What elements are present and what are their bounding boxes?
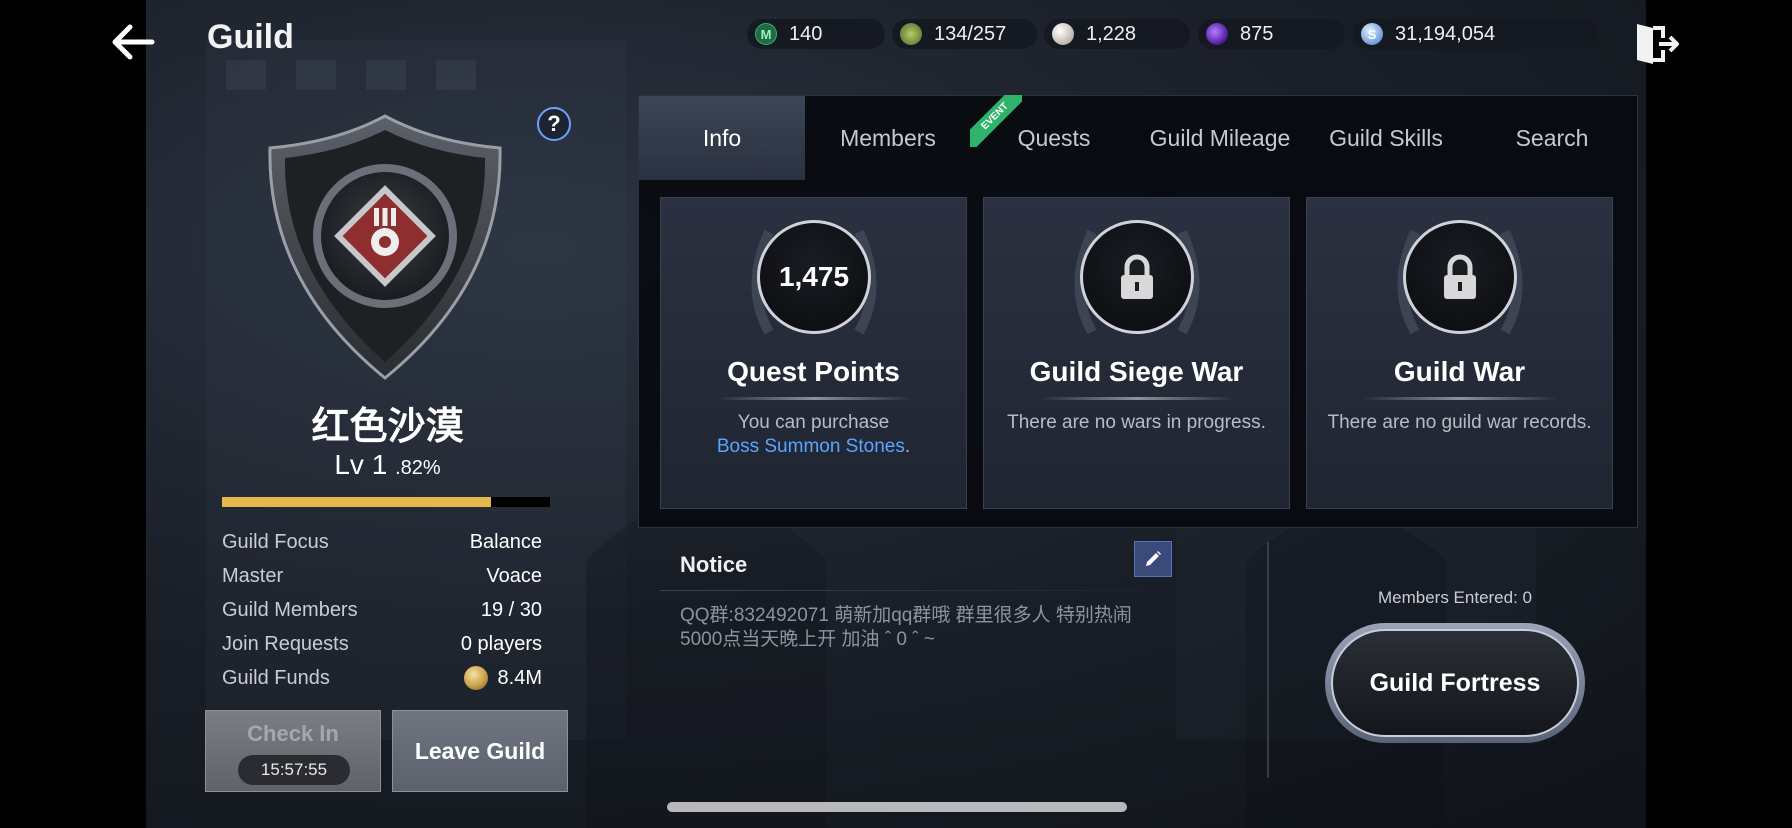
boss-summon-stones-link[interactable]: Boss Summon Stones — [717, 436, 905, 457]
currency-stamina[interactable]: 134/257 — [892, 19, 1037, 49]
dark-orb-icon — [1206, 23, 1228, 45]
members-entered-count: Members Entered: 0 — [1377, 588, 1532, 607]
gold-coin-icon — [463, 666, 488, 690]
guild-emblem-shield — [268, 114, 502, 380]
stat-label: Guild Funds — [222, 666, 330, 689]
card-title: Guild Siege War — [1029, 356, 1244, 387]
card-title: Quest Points — [727, 356, 900, 387]
stat-value: Balance — [469, 530, 542, 553]
stat-label: Guild Members — [222, 598, 358, 621]
check-in-button[interactable]: Check In 15:57:55 — [205, 710, 381, 792]
guild-war-card[interactable]: Guild War There are no guild war records… — [1306, 197, 1613, 509]
right-letterbox — [1646, 0, 1792, 828]
stat-row-master: Master Voace — [222, 559, 542, 593]
stat-value: 19 / 30 — [480, 598, 542, 621]
left-letterbox — [0, 0, 146, 828]
stat-row-join-requests: Join Requests 0 players — [222, 627, 542, 661]
currency-mileage[interactable]: M 140 — [747, 19, 885, 49]
help-button[interactable]: ? — [537, 107, 571, 141]
guild-stats: Guild Focus Balance Master Voace Guild M… — [222, 525, 542, 695]
stat-row-guild-focus: Guild Focus Balance — [222, 525, 542, 559]
stat-row-guild-members: Guild Members 19 / 30 — [222, 593, 542, 627]
check-in-timer: 15:57:55 — [238, 755, 350, 785]
stat-value: 0 players — [460, 632, 542, 655]
currency-value: 1,228 — [1086, 22, 1137, 45]
exit-door-icon — [1637, 24, 1679, 64]
page-title: Guild — [207, 18, 294, 56]
card-divider — [1362, 397, 1559, 400]
guild-name: 红色沙漠 — [311, 406, 464, 448]
stat-row-guild-funds: Guild Funds 8.4M — [222, 661, 542, 695]
pencil-icon — [1146, 551, 1161, 566]
card-description: You can purchase Boss Summon Stones. — [661, 411, 966, 459]
stat-label: Join Requests — [222, 632, 349, 655]
currency-pearl[interactable]: 1,228 — [1044, 19, 1190, 49]
lock-icon — [1444, 254, 1476, 299]
stamina-icon — [900, 23, 922, 45]
tab-search[interactable]: Search — [1469, 96, 1635, 180]
tab-info[interactable]: Info — [639, 96, 805, 180]
guild-xp-fill — [222, 497, 491, 507]
pearl-icon — [1052, 23, 1074, 45]
locked-medal — [1403, 220, 1517, 334]
back-button[interactable] — [106, 18, 160, 66]
tab-guild-skills[interactable]: Guild Skills — [1303, 96, 1469, 180]
guild-fortress-label: Guild Fortress — [1331, 629, 1579, 737]
stat-value: Voace — [486, 564, 542, 587]
section-divider — [1267, 542, 1269, 778]
leave-guild-button[interactable]: Leave Guild — [392, 710, 568, 792]
currency-value: 140 — [789, 22, 823, 45]
notice-divider — [660, 590, 1200, 591]
currency-dark-orb[interactable]: 875 — [1198, 19, 1345, 49]
card-divider — [716, 397, 913, 400]
stat-value: 8.4M — [497, 666, 542, 689]
notice-text-line: QQ群:832492071 萌新加qq群哦 群里很多人 特别热闹 — [680, 605, 1132, 626]
arrow-left-icon — [112, 24, 155, 60]
card-description: There are no wars in progress. — [1007, 412, 1266, 433]
currency-value: 31,194,054 — [1395, 22, 1496, 45]
guild-level: Lv 1 .82% — [200, 449, 575, 481]
quest-points-value: 1,475 — [757, 220, 871, 334]
silver-icon: S — [1361, 23, 1383, 45]
card-divider — [1039, 397, 1236, 400]
tab-quests[interactable]: Quests — [971, 96, 1137, 180]
currency-silver[interactable]: S 31,194,054 — [1353, 19, 1597, 49]
mileage-icon: M — [755, 23, 777, 45]
check-in-label: Check In — [247, 721, 339, 746]
home-indicator[interactable] — [667, 802, 1127, 812]
lock-icon — [1121, 254, 1153, 299]
notice-title: Notice — [680, 552, 748, 577]
tab-members[interactable]: Members — [805, 96, 971, 180]
card-title: Guild War — [1393, 356, 1526, 387]
question-icon: ? — [547, 111, 561, 136]
card-description: There are no guild war records. — [1327, 412, 1592, 433]
notice-text-line: 5000点当天晚上开 加油 ˆ 0 ˆ ~ — [680, 629, 935, 650]
card-description-text: You can purchase — [737, 412, 890, 433]
edit-notice-button[interactable] — [1134, 541, 1172, 577]
card-description-suffix: . — [904, 436, 911, 457]
stat-label: Master — [222, 564, 284, 587]
tab-guild-mileage[interactable]: Guild Mileage — [1137, 96, 1303, 180]
locked-medal — [1080, 220, 1194, 334]
tab-bar: Info Members Quests Guild Mileage Guild … — [639, 96, 1639, 180]
stat-label: Guild Focus — [222, 530, 329, 553]
stat-value-with-icon: 8.4M — [463, 666, 542, 690]
guild-fortress-button[interactable]: Guild Fortress — [1325, 623, 1585, 743]
notice-text: QQ群:832492071 萌新加qq群哦 群里很多人 特别热闹 5000点当天… — [680, 604, 1180, 652]
guild-siege-war-card[interactable]: Guild Siege War There are no wars in pro… — [983, 197, 1290, 509]
exit-button[interactable] — [1633, 20, 1681, 68]
guild-level-percent: .82% — [395, 457, 441, 479]
guild-xp-bar — [222, 497, 550, 507]
guild-level-value: Lv 1 — [334, 449, 388, 480]
quest-points-card[interactable]: 1,475 Quest Points You can purchase Boss… — [660, 197, 967, 509]
currency-value: 875 — [1240, 22, 1274, 45]
currency-value: 134/257 — [934, 22, 1007, 45]
